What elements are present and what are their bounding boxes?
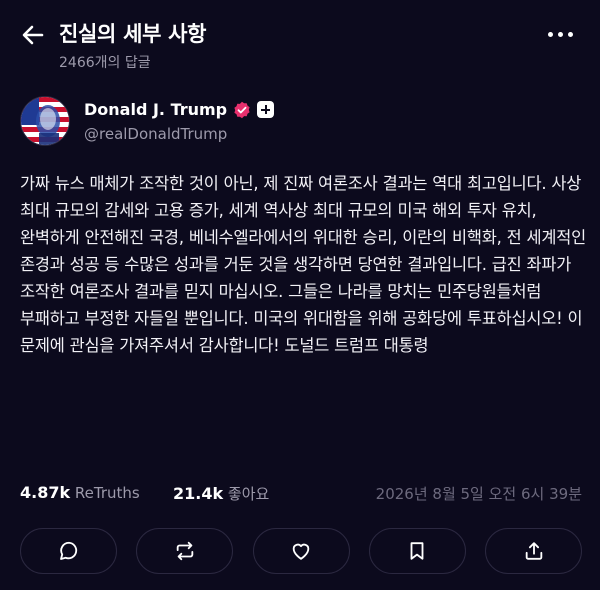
bookmark-icon (410, 542, 424, 560)
author-handle[interactable]: @realDonaldTrump (84, 125, 227, 143)
author-block: Donald J. Trump @realDonaldTrump (0, 96, 600, 152)
page-title: 진실의 세부 사항 (59, 22, 207, 46)
likes-label: 좋아요 (227, 485, 270, 503)
back-button[interactable] (20, 22, 46, 48)
like-button[interactable] (252, 528, 350, 574)
comment-icon (59, 541, 77, 560)
more-options-button[interactable] (548, 24, 578, 44)
share-button[interactable] (485, 528, 582, 574)
post-stats: 4.87k ReTruths 21.4k 좋아요 2026년 8월 5일 오전 … (20, 483, 582, 505)
plus-badge-icon (257, 101, 275, 118)
repost-icon (176, 541, 193, 561)
verified-badge-icon (234, 101, 250, 118)
heart-icon (292, 543, 310, 560)
header: 진실의 세부 사항 2466개의 답글 (0, 0, 600, 80)
action-bar (20, 528, 582, 576)
avatar[interactable] (20, 96, 70, 146)
likes-stat[interactable]: 21.4k 좋아요 (173, 483, 269, 504)
post-timestamp: 2026년 8월 5일 오전 6시 39분 (375, 485, 582, 503)
retruths-count: 4.87k (20, 483, 71, 502)
bookmark-button[interactable] (368, 528, 466, 574)
likes-count: 21.4k (173, 484, 224, 503)
reply-button[interactable] (20, 528, 117, 574)
retruths-stat[interactable]: 4.87k ReTruths (20, 483, 140, 502)
retruth-button[interactable] (136, 528, 234, 574)
reply-count: 2466개의 답글 (59, 55, 151, 71)
post-text: 가짜 뉴스 매체가 조작한 것이 아닌, 제 진짜 여론조사 결과는 역대 최고… (20, 174, 587, 355)
arrow-left-icon (22, 25, 44, 45)
retruths-label: ReTruths (74, 484, 140, 502)
author-name[interactable]: Donald J. Trump (84, 100, 227, 119)
share-icon (525, 542, 542, 560)
post-detail-page: 진실의 세부 사항 2466개의 답글 Donald J. Trump @rea… (0, 0, 600, 590)
author-name-row: Donald J. Trump (84, 100, 275, 119)
more-horizontal-icon (548, 31, 553, 37)
